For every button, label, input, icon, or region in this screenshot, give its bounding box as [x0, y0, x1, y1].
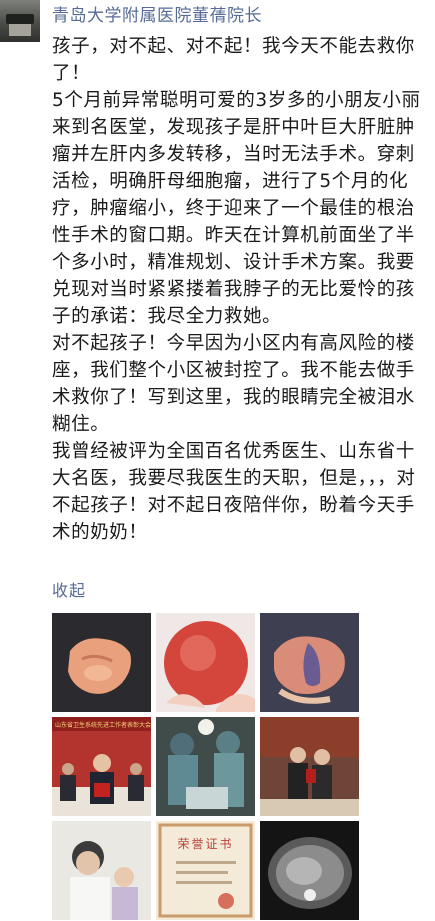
liver-specimen-image	[52, 613, 151, 712]
photo-liver-specimen-dark[interactable]	[52, 613, 151, 712]
ct-scan-image	[260, 821, 359, 920]
avatar-building-wall	[9, 24, 31, 36]
award-ceremony-image	[52, 717, 151, 816]
avatar[interactable]	[0, 0, 40, 42]
photo-grid: 山东省卫生系统先进工作者表彰大会 荣誉证书	[52, 613, 359, 921]
author-name[interactable]: 青岛大学附属医院董蒨院长	[52, 3, 262, 29]
photo-liver-specimen-blue[interactable]	[260, 613, 359, 712]
photo-doctor-with-child[interactable]	[52, 821, 151, 920]
photo-ct-scan[interactable]	[260, 821, 359, 920]
post-text: 孩子，对不起、对不起！我今天不能去救你了！ 5个月前异常聪明可爱的3岁多的小朋友…	[52, 33, 426, 546]
collapse-link[interactable]: 收起	[52, 577, 86, 601]
liver-specimen-blue-image	[260, 613, 359, 712]
award-banner-text: 山东省卫生系统先进工作者表彰大会	[55, 722, 151, 729]
certificate-title: 荣誉证书	[177, 837, 234, 851]
photo-tumor-in-hands[interactable]	[156, 613, 255, 712]
post-paragraph: 对不起孩子！今早因为小区内有高风险的楼座，我们整个小区被封控了。我不能去做手术救…	[52, 333, 415, 435]
tumor-image	[156, 613, 255, 712]
post-paragraph: 5个月前异常聪明可爱的3岁多的小朋友小丽来到名医堂，发现孩子是肝中叶巨大肝脏肿瘤…	[52, 90, 421, 327]
post-paragraph: 孩子，对不起、对不起！我今天不能去救你了！	[52, 36, 415, 84]
photo-award-ceremony[interactable]: 山东省卫生系统先进工作者表彰大会	[52, 717, 151, 816]
photo-surgery-team[interactable]	[156, 717, 255, 816]
post-paragraph: 我曾经被评为全国百名优秀医生、山东省十大名医，我要尽我医生的天职，但是，，，对不…	[52, 441, 416, 543]
doctor-with-child-image	[52, 821, 151, 920]
award-stage-image	[260, 717, 359, 816]
surgery-image	[156, 717, 255, 816]
photo-honor-certificate[interactable]: 荣誉证书	[156, 821, 255, 920]
avatar-building-roof	[6, 14, 34, 24]
photo-award-stage[interactable]	[260, 717, 359, 816]
